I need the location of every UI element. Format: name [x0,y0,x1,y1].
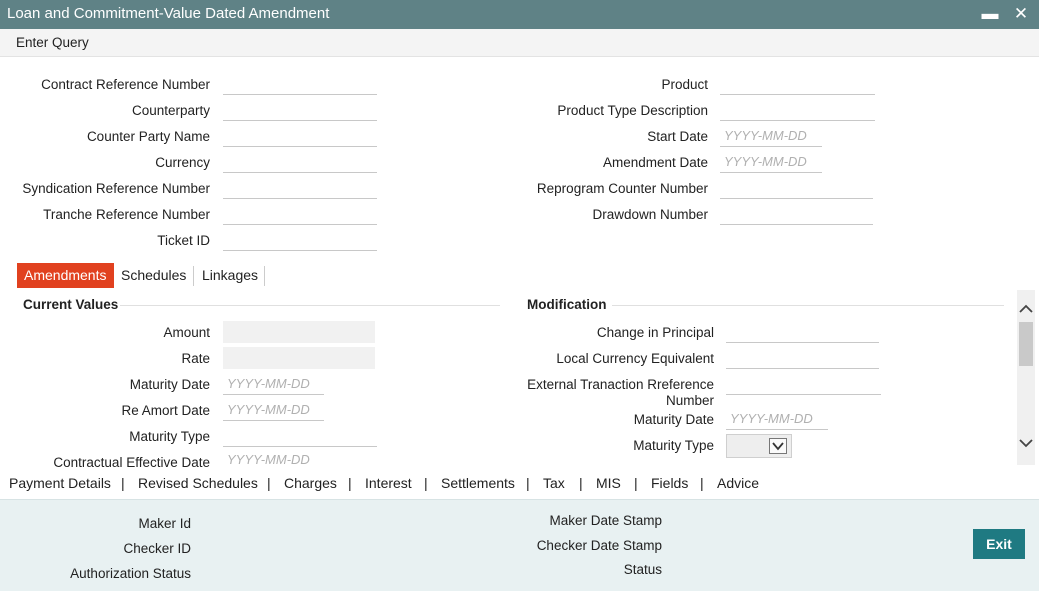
amount-label: Amount [163,325,210,340]
subsystem-links-bar: Payment Details | Revised Schedules | Ch… [0,471,1039,499]
chevron-down-icon[interactable] [1017,436,1035,454]
authorization-status-label: Authorization Status [70,566,191,581]
link-separator: | [579,475,583,491]
title-bar: Loan and Commitment-Value Dated Amendmen… [0,0,1039,29]
current-maturity-type-input[interactable] [223,425,377,447]
rate-label: Rate [181,351,210,366]
re-amort-date-label: Re Amort Date [121,403,210,418]
maker-date-stamp-label: Maker Date Stamp [549,513,662,528]
counter-party-name-input[interactable] [223,125,377,147]
link-revised-schedules[interactable]: Revised Schedules [138,475,258,491]
external-transaction-reference-input[interactable] [726,373,881,395]
product-type-description-input[interactable] [720,99,875,121]
contract-reference-number-label: Contract Reference Number [41,77,210,92]
local-currency-equivalent-label: Local Currency Equivalent [556,351,714,366]
chevron-up-icon[interactable] [1017,302,1035,320]
amendment-date-label: Amendment Date [602,155,708,170]
start-date-label: Start Date [647,129,708,144]
tranche-reference-number-input[interactable] [223,203,377,225]
toolbar: Enter Query [0,29,1039,57]
product-type-description-label: Product Type Description [557,103,708,118]
section-divider [120,305,500,306]
maturity-type-select[interactable] [726,434,792,458]
current-maturity-type-label: Maturity Type [129,429,210,444]
link-charges[interactable]: Charges [284,475,337,491]
drawdown-number-input[interactable] [720,203,873,225]
link-mis[interactable]: MIS [596,475,621,491]
new-maturity-date-input[interactable] [726,408,828,430]
status-label: Status [623,562,662,577]
link-separator: | [526,475,530,491]
section-divider [612,305,1004,306]
chevron-down-icon[interactable] [769,438,787,454]
start-date-input[interactable] [720,125,822,147]
link-fields[interactable]: Fields [651,475,688,491]
contract-reference-number-input[interactable] [223,73,377,95]
external-transaction-reference-label: External Tranaction Rreference [527,377,714,392]
maker-id-label: Maker Id [138,516,191,531]
amendment-date-input[interactable] [720,151,822,173]
vertical-scrollbar[interactable] [1017,290,1035,465]
tab-amendments[interactable]: Amendments [17,263,114,288]
tab-schedules[interactable]: Schedules [114,263,193,288]
checker-id-label: Checker ID [123,541,191,556]
ticket-id-input[interactable] [223,229,377,251]
contractual-effective-date-input[interactable] [223,451,324,467]
modification-heading: Modification [527,297,607,312]
close-icon[interactable]: ✕ [1011,3,1031,25]
tab-separator [193,266,194,286]
change-in-principal-input[interactable] [726,321,879,343]
ticket-id-label: Ticket ID [157,233,210,248]
tab-linkages[interactable]: Linkages [195,263,265,288]
counterparty-input[interactable] [223,99,377,121]
re-amort-date-input[interactable] [223,399,324,421]
checker-date-stamp-label: Checker Date Stamp [536,538,662,553]
link-payment-details[interactable]: Payment Details [9,475,111,491]
reprogram-counter-number-label: Reprogram Counter Number [536,181,708,196]
currency-label: Currency [155,155,210,170]
link-separator: | [121,475,125,491]
external-transaction-reference-label-number: Number [665,393,714,408]
currency-input[interactable] [223,151,377,173]
syndication-reference-number-input[interactable] [223,177,377,199]
link-separator: | [424,475,428,491]
current-maturity-date-label: Maturity Date [129,377,210,392]
link-separator: | [634,475,638,491]
link-separator: | [348,475,352,491]
drawdown-number-label: Drawdown Number [592,207,708,222]
product-input[interactable] [720,73,875,95]
rate-field [223,347,375,369]
counter-party-name-label: Counter Party Name [86,129,210,144]
product-label: Product [661,77,708,92]
link-settlements[interactable]: Settlements [441,475,515,491]
contractual-effective-date-label: Contractual Effective Date [53,455,210,470]
link-interest[interactable]: Interest [365,475,412,491]
counterparty-label: Counterparty [131,103,210,118]
window-title: Loan and Commitment-Value Dated Amendmen… [7,5,330,22]
reprogram-counter-number-input[interactable] [720,177,873,199]
current-maturity-date-input[interactable] [223,373,324,395]
link-advice[interactable]: Advice [717,475,759,491]
enter-query-button[interactable]: Enter Query [16,35,89,50]
exit-button[interactable]: Exit [973,529,1025,559]
change-in-principal-label: Change in Principal [596,325,714,340]
link-separator: | [700,475,704,491]
syndication-reference-number-label: Syndication Reference Number [22,181,210,196]
tab-separator [264,266,265,286]
tranche-reference-number-label: Tranche Reference Number [43,207,210,222]
new-maturity-date-label: Maturity Date [633,412,714,427]
link-separator: | [267,475,271,491]
local-currency-equivalent-input[interactable] [726,347,879,369]
scrollbar-thumb[interactable] [1019,322,1033,366]
current-values-heading: Current Values [23,297,119,312]
link-tax[interactable]: Tax [543,475,565,491]
amount-field [223,321,375,343]
new-maturity-type-label: Maturity Type [633,438,714,453]
minimize-icon[interactable]: ▬ [980,3,1000,25]
